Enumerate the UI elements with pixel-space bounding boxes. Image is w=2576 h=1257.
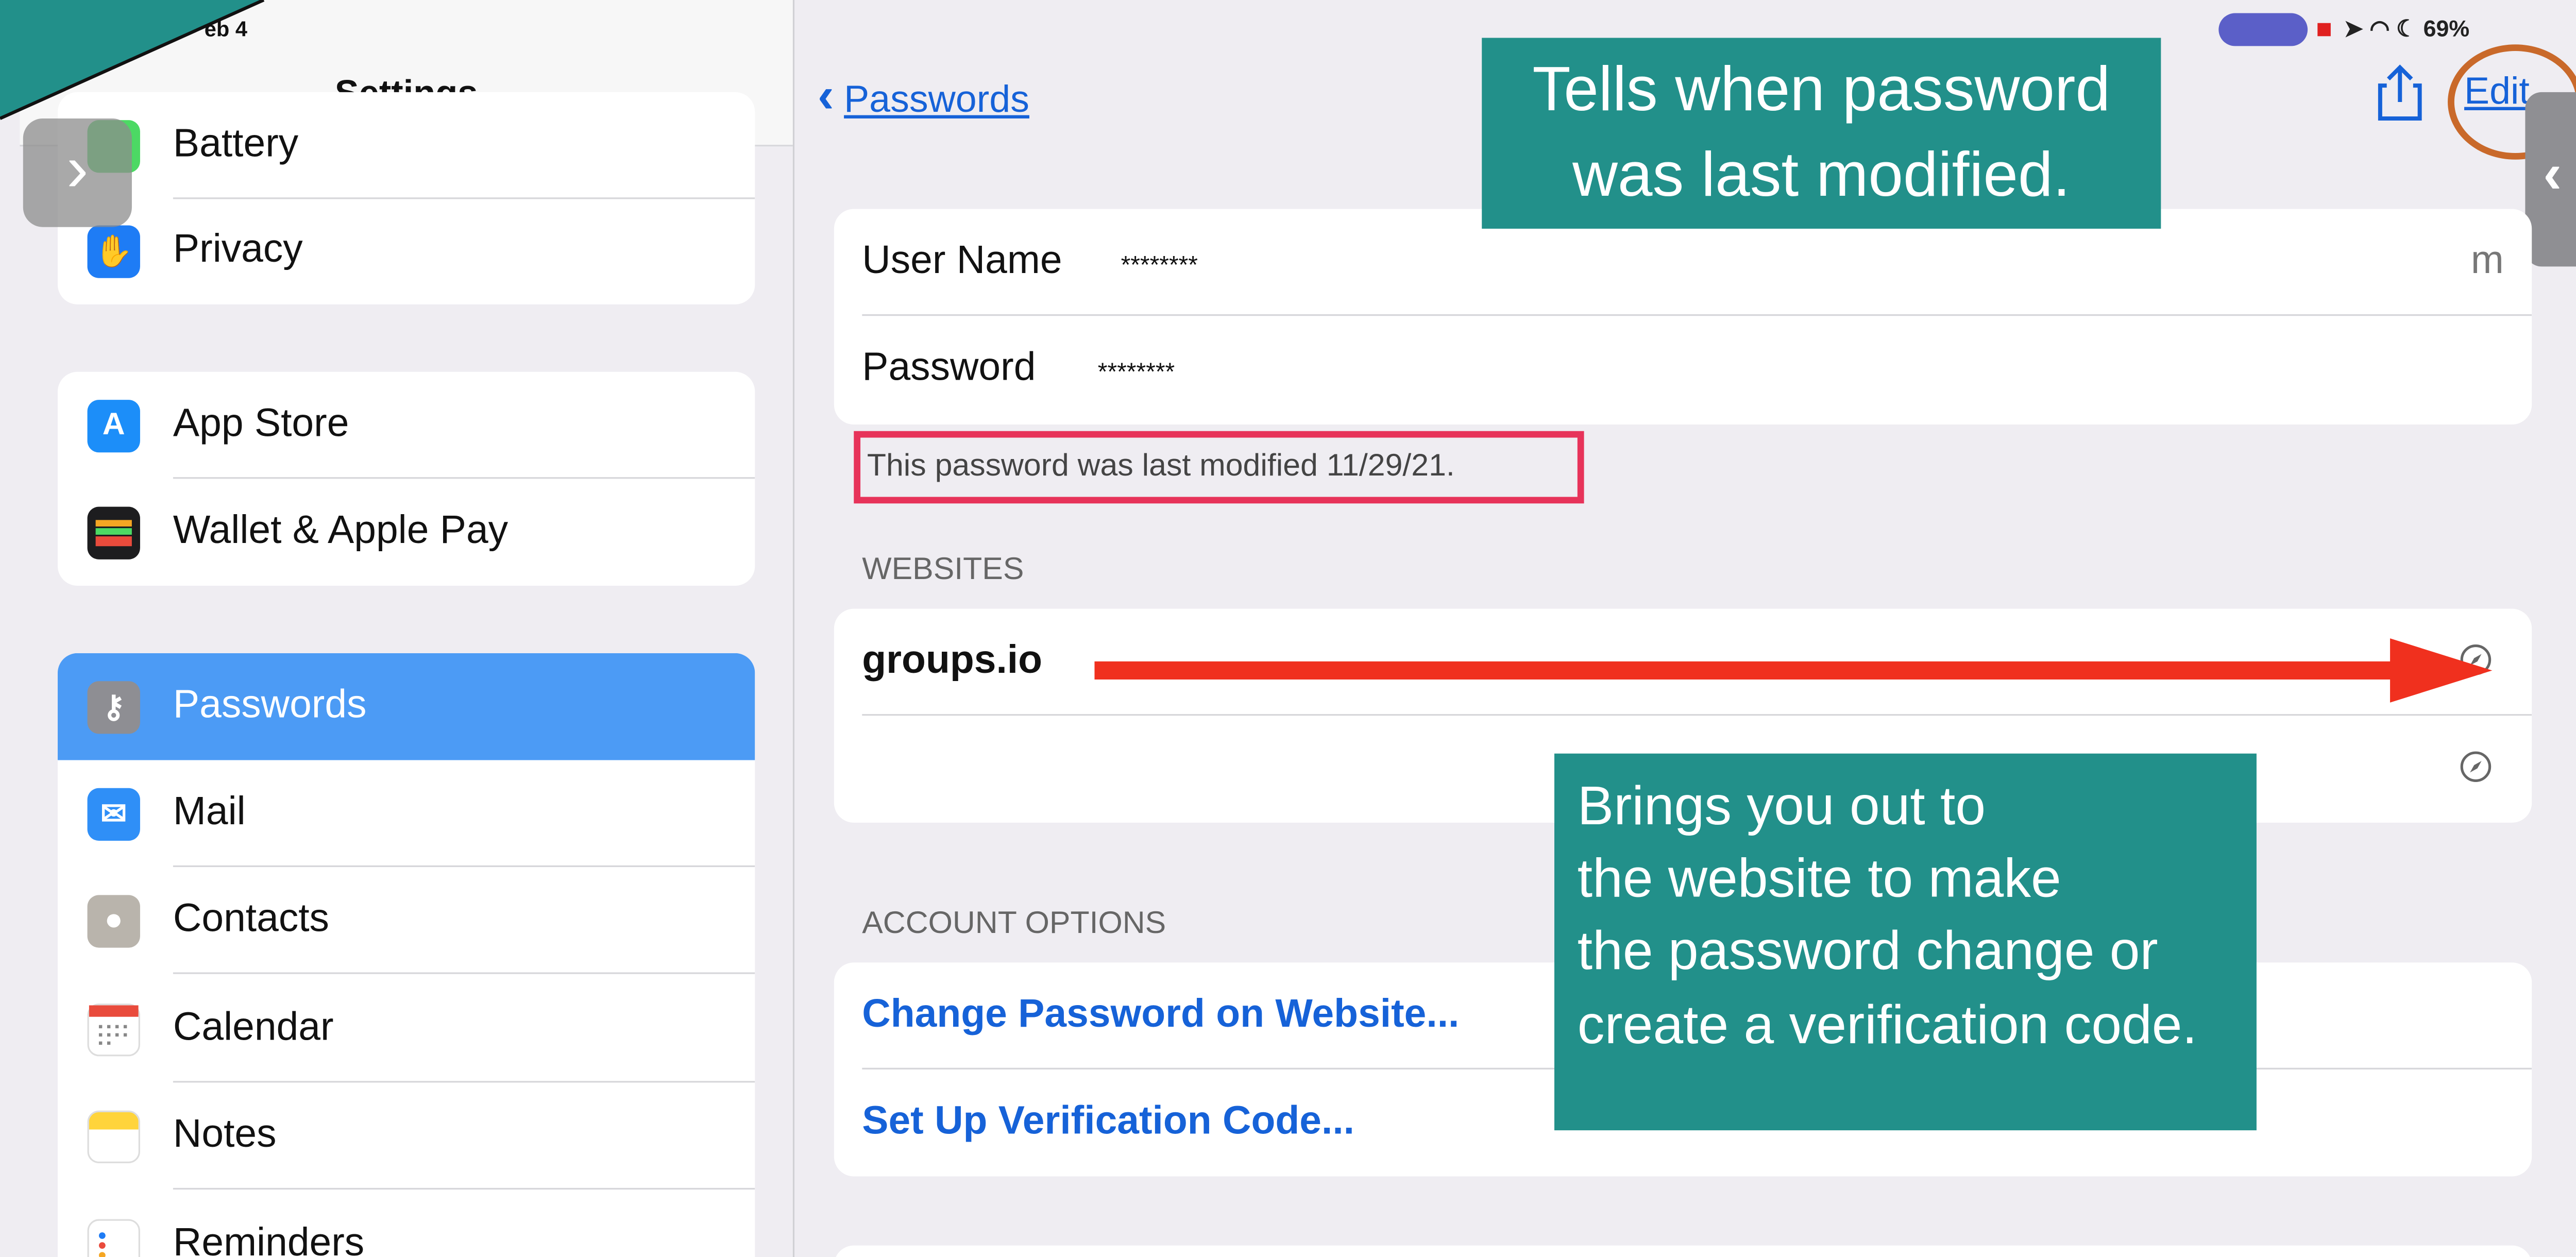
callout-line: the website to make <box>1577 847 2061 909</box>
websites-header: WEBSITES <box>862 553 1024 588</box>
sidebar-item-label: Wallet & Apple Pay <box>173 508 509 553</box>
sidebar-item-calendar[interactable]: Calendar <box>58 976 755 1083</box>
wallet-icon <box>87 506 140 559</box>
password-label: Password <box>862 345 1036 390</box>
sidebar-item-mail[interactable]: ✉ Mail <box>58 760 755 868</box>
settings-sidebar: eb 4 Settings Battery ✋ Privacy A App St… <box>20 0 793 1257</box>
sidebar-item-label: Mail <box>173 789 246 835</box>
compass-icon[interactable] <box>2459 750 2492 783</box>
sidebar-item-label: Privacy <box>173 227 303 271</box>
status-bar: ➤ ◠ ☾ 69% <box>2218 13 2576 46</box>
contacts-icon: ● <box>87 895 140 948</box>
side-panel-handle[interactable]: ‹ <box>2525 92 2576 267</box>
password-row[interactable]: Password ******** <box>834 316 2532 423</box>
callout-line: was last modified. <box>1572 142 2071 212</box>
callout-website: Brings you out to the website to make th… <box>1554 753 2257 1131</box>
notes-icon <box>87 1110 140 1163</box>
sidebar-item-contacts[interactable]: ● Contacts <box>58 867 755 974</box>
screenshot-stage: eb 4 Settings Battery ✋ Privacy A App St… <box>0 0 2576 1257</box>
chevron-right-icon: › <box>66 133 89 206</box>
key-icon: ⚷ <box>87 681 140 734</box>
calendar-icon <box>87 1004 140 1057</box>
sidebar-item-label: Notes <box>173 1112 277 1157</box>
username-trailing: m <box>2470 239 2504 283</box>
hand-icon: ✋ <box>87 225 140 278</box>
sidebar-item-app-store[interactable]: A App Store <box>58 372 755 479</box>
corner-banner-decoration <box>0 0 265 120</box>
back-button[interactable]: ‹ Passwords <box>818 69 1029 125</box>
sidebar-item-label: Reminders <box>173 1220 365 1257</box>
mail-icon: ✉ <box>87 788 140 841</box>
last-modified-note: This password was last modified 11/29/21… <box>867 449 1455 484</box>
sidebar-item-wallet[interactable]: Wallet & Apple Pay <box>58 479 755 586</box>
website-name: groups.io <box>862 638 1043 683</box>
callout-line: create a verification code. <box>1577 993 2197 1055</box>
sidebar-toggle-button[interactable]: › <box>23 118 132 227</box>
callout-line: Brings you out to <box>1577 775 1986 836</box>
sidebar-item-notes[interactable]: Notes <box>58 1082 755 1190</box>
battery-level: ➤ ◠ ☾ 69% <box>2344 14 2470 41</box>
chevron-left-icon: ‹ <box>2543 143 2562 206</box>
callout-line: the password change or <box>1577 920 2158 981</box>
settings-group-3: ⚷ Passwords ✉ Mail ● Contacts Calendar N… <box>57 653 755 1257</box>
sidebar-item-label: Calendar <box>173 1005 334 1050</box>
sidebar-item-reminders[interactable]: Reminders <box>58 1191 755 1257</box>
sidebar-item-privacy[interactable]: ✋ Privacy <box>58 197 755 304</box>
callout-last-modified: Tells when password was last modified. <box>1482 38 2161 229</box>
password-detail-pane: ➤ ◠ ☾ 69% ‹ Passwords Edit ‹ User Name **… <box>794 0 2576 1257</box>
settings-group-2: A App Store Wallet & Apple Pay <box>57 371 755 586</box>
callout-line: Tells when password <box>1532 56 2111 125</box>
sidebar-item-label: Contacts <box>173 896 329 941</box>
credentials-card: User Name ******** m Password ******** <box>834 209 2532 424</box>
username-label: User Name <box>862 239 1062 283</box>
sidebar-item-label: App Store <box>173 401 349 446</box>
change-password-link[interactable]: Change Password on Website... <box>862 992 1459 1038</box>
next-card <box>834 1245 2532 1257</box>
reminders-icon <box>87 1219 140 1257</box>
back-button-label: Passwords <box>844 77 1029 121</box>
sidebar-item-label: Passwords <box>173 683 367 727</box>
username-value: ******** <box>1121 251 1198 280</box>
chevron-left-icon: ‹ <box>817 69 834 124</box>
share-icon[interactable] <box>2377 62 2423 122</box>
account-options-header: ACCOUNT OPTIONS <box>862 906 1166 941</box>
sidebar-item-passwords[interactable]: ⚷ Passwords <box>57 653 755 760</box>
divider <box>173 972 755 974</box>
annotation-arrow <box>1094 638 2493 703</box>
app-store-icon: A <box>87 400 140 453</box>
screen-recording-icon <box>2218 13 2308 46</box>
verification-code-link[interactable]: Set Up Verification Code... <box>862 1099 1354 1145</box>
last-modified-highlight: This password was last modified 11/29/21… <box>854 431 1584 504</box>
recording-indicator-icon <box>2317 23 2331 37</box>
divider <box>173 1187 755 1190</box>
password-value: ******** <box>1097 359 1175 387</box>
